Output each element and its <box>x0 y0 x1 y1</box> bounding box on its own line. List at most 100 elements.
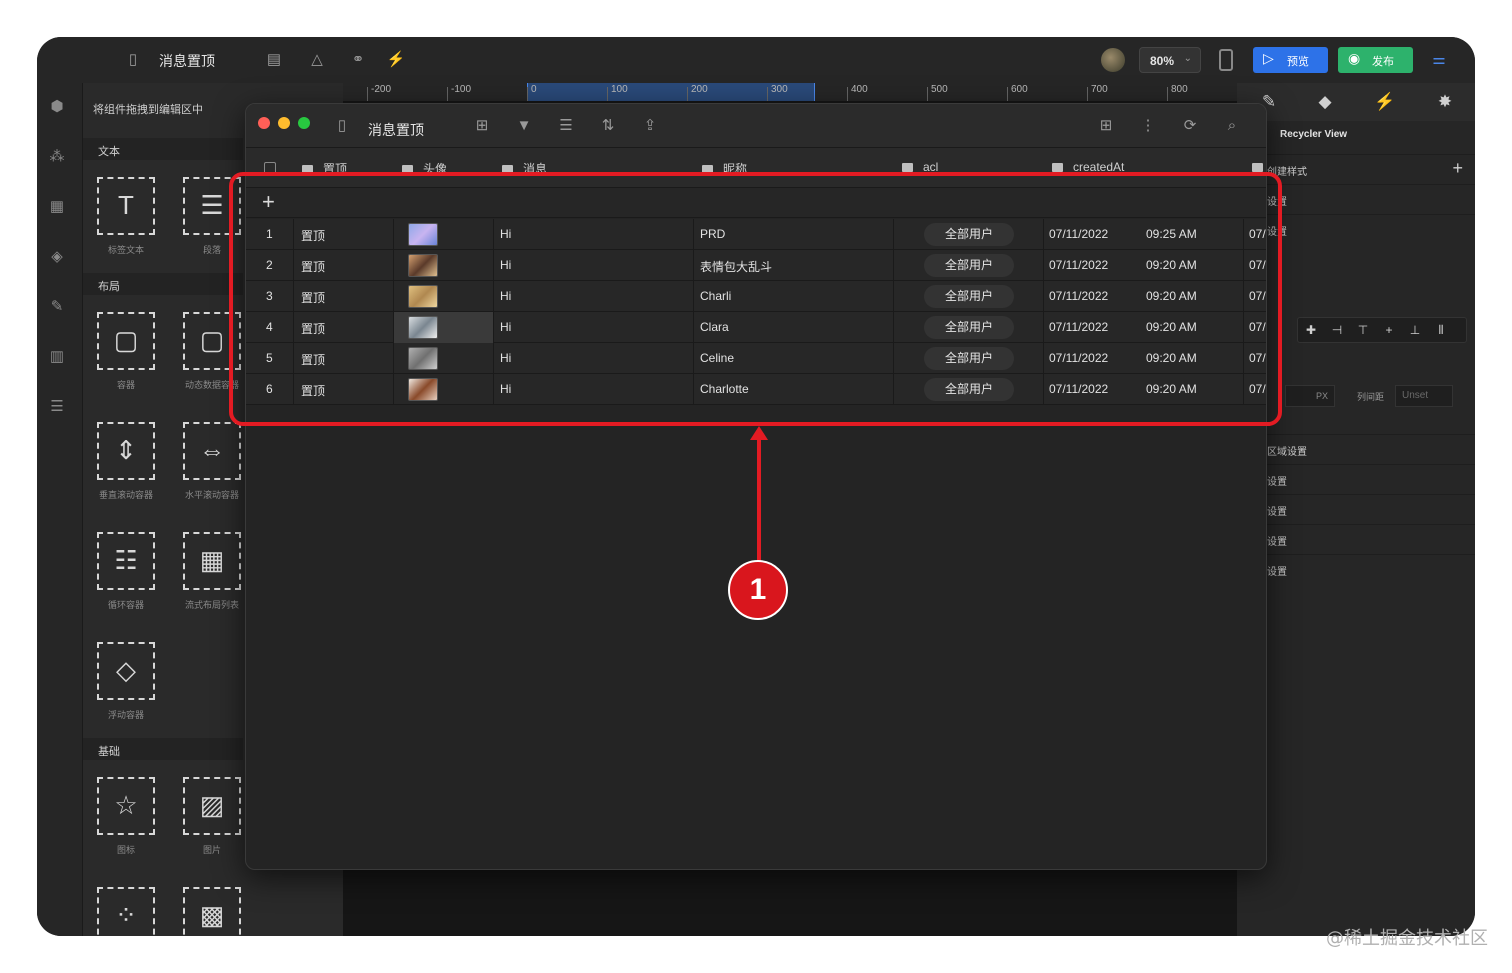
document-icon[interactable]: ▤ <box>264 50 284 70</box>
components-icon[interactable]: ⁂ <box>47 147 67 165</box>
maximize-window-button[interactable] <box>298 117 310 129</box>
zoom-select[interactable]: 80% ⌄ <box>1139 47 1201 73</box>
ruler-tick <box>527 87 528 101</box>
qrcode-icon: ▩ <box>183 887 241 936</box>
component-container[interactable]: ▢ 容器 <box>83 296 169 406</box>
refresh-icon[interactable]: ⟳ <box>1180 116 1200 136</box>
ruler-tick <box>767 87 768 101</box>
ruler-tick <box>1007 87 1008 101</box>
component-type-title: Recycler View <box>1280 129 1348 140</box>
ruler-tick <box>927 87 928 101</box>
play-icon: ▷ <box>1263 50 1274 66</box>
ruler-tick <box>367 87 368 101</box>
settings-sliders-icon[interactable]: ⚌ <box>1429 50 1449 70</box>
component-float-container[interactable]: ◇ 浮动容器 <box>83 626 169 736</box>
settings-row[interactable]: 区域设置 <box>1237 434 1475 463</box>
layout-grid-icon[interactable]: ⊞ <box>1096 116 1116 136</box>
component-loading[interactable]: ⁘ <box>83 871 169 936</box>
sidebar-toggle-icon[interactable]: ▯ <box>332 116 352 136</box>
alignment-toolbar: ✚ ⊣ ⊤ + ⊥ ⦀ <box>1297 317 1467 343</box>
ruler-label: 700 <box>1091 84 1108 95</box>
ruler-label: 600 <box>1011 84 1028 95</box>
section-basic: 基础 <box>83 738 243 760</box>
publish-button[interactable]: ◉ 发布 <box>1338 47 1413 73</box>
left-rail: ⬢ ⁂ ▦ ◈ ✎ ▥ ☰ <box>37 83 83 936</box>
settings-row[interactable]: 设置 <box>1237 464 1475 493</box>
ruler-label: 100 <box>611 84 628 95</box>
component-qrcode[interactable]: ▩ <box>169 871 255 936</box>
horizontal-scroll-icon: ⇔ <box>183 422 241 480</box>
close-window-button[interactable] <box>258 117 270 129</box>
sidebar-toggle-icon[interactable]: ▯ <box>123 50 143 70</box>
widgets-icon[interactable]: ▦ <box>47 197 67 215</box>
align-right-icon[interactable]: ⊣ <box>1324 318 1350 342</box>
align-middle-icon[interactable]: + <box>1376 318 1402 342</box>
panel-hint: 将组件拖拽到编辑区中 <box>93 104 203 116</box>
watermark-text: @稀土掘金技术社区 <box>1326 928 1488 949</box>
column-gap-select[interactable]: Unset <box>1395 385 1453 407</box>
add-style-icon[interactable]: + <box>1452 158 1463 179</box>
section-layout: 布局 <box>83 273 243 295</box>
sort-icon[interactable]: ⇅ <box>598 116 618 136</box>
layers-icon[interactable]: ◈ <box>47 247 67 265</box>
bug-icon[interactable]: ✸ <box>1433 90 1457 114</box>
action-icon[interactable]: ⚡ <box>386 50 406 70</box>
ruler-label: 500 <box>931 84 948 95</box>
eye-icon: ◉ <box>1348 50 1361 66</box>
export-icon[interactable]: ⇪ <box>640 116 660 136</box>
drive-icon[interactable]: △ <box>307 50 327 70</box>
ruler-tick <box>1087 87 1088 101</box>
settings-row[interactable]: 设置 <box>1237 554 1475 583</box>
component-icon[interactable]: ☆ 图标 <box>83 761 169 871</box>
pages-icon[interactable]: ▥ <box>47 347 67 365</box>
spacing-input[interactable]: PX <box>1285 385 1335 407</box>
style-diamond-icon[interactable]: ◆ <box>1313 90 1337 114</box>
ruler-label: 400 <box>851 84 868 95</box>
ruler-label: 0 <box>531 84 537 95</box>
filter-icon[interactable]: ▼ <box>514 116 534 136</box>
group-icon[interactable]: ☰ <box>556 116 576 136</box>
calendar-field-icon <box>1052 163 1063 172</box>
ruler-tick <box>847 87 848 101</box>
text-t-icon: T <box>97 177 155 235</box>
align-center-icon[interactable]: ✚ <box>1298 318 1324 342</box>
component-flow-list[interactable]: ▦ 流式布局列表 <box>169 516 255 626</box>
align-bottom-icon[interactable]: ⊥ <box>1402 318 1428 342</box>
settings-row[interactable]: 设置 <box>1237 524 1475 553</box>
ruler-label: -100 <box>451 84 472 95</box>
settings-row[interactable]: 设置 <box>1237 494 1475 523</box>
column-gap-label: 列间距 <box>1357 392 1385 402</box>
list-icon[interactable]: ☰ <box>47 397 67 415</box>
ruler-tick <box>1167 87 1168 101</box>
lock-field-icon <box>902 163 913 172</box>
distribute-icon[interactable]: ⦀ <box>1428 318 1454 342</box>
add-column-icon[interactable]: ⊞ <box>472 116 492 136</box>
ruler-tick <box>447 87 448 101</box>
event-bolt-icon[interactable]: ⚡ <box>1373 90 1397 114</box>
loading-dots-icon: ⁘ <box>97 887 155 936</box>
flow-list-icon: ▦ <box>183 532 241 590</box>
window-title: 消息置顶 <box>368 122 424 138</box>
minimize-window-button[interactable] <box>278 117 290 129</box>
component-vertical-scroll[interactable]: ⇕ 垂直滚动容器 <box>83 406 169 516</box>
section-text: 文本 <box>83 138 243 160</box>
ruler-label: 300 <box>771 84 788 95</box>
component-image[interactable]: ▨ 图片 <box>169 761 255 871</box>
annotation-highlight-box <box>229 172 1282 426</box>
logic-icon[interactable]: ⚭ <box>348 50 368 70</box>
calendar-field-icon <box>1252 163 1263 172</box>
ruler-tick <box>687 87 688 101</box>
user-avatar[interactable] <box>1101 48 1125 72</box>
properties-tabs: ✎ ◆ ⚡ ✸ <box>1237 83 1475 121</box>
search-icon[interactable]: ⌕ <box>1222 116 1242 136</box>
component-label-text[interactable]: T 标签文本 <box>83 161 169 271</box>
component-loop-container[interactable]: ☷ 循环容器 <box>83 516 169 626</box>
device-preview-icon[interactable] <box>1219 49 1233 71</box>
schema-icon[interactable]: ⋮ <box>1138 116 1158 136</box>
star-icon: ☆ <box>97 777 155 835</box>
chevron-down-icon: ⌄ <box>1183 53 1192 64</box>
preview-button[interactable]: ▷ 预览 <box>1253 47 1328 73</box>
tools-icon[interactable]: ✎ <box>47 297 67 315</box>
align-top-icon[interactable]: ⊤ <box>1350 318 1376 342</box>
cube-icon[interactable]: ⬢ <box>47 97 67 115</box>
